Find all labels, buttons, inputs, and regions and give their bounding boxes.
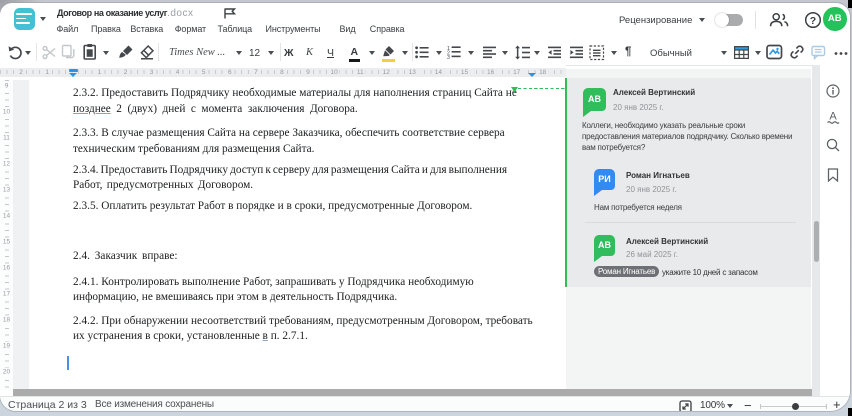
svg-text:3: 3 (447, 55, 450, 59)
svg-text:А: А (829, 111, 837, 123)
svg-text:?: ? (810, 15, 816, 27)
